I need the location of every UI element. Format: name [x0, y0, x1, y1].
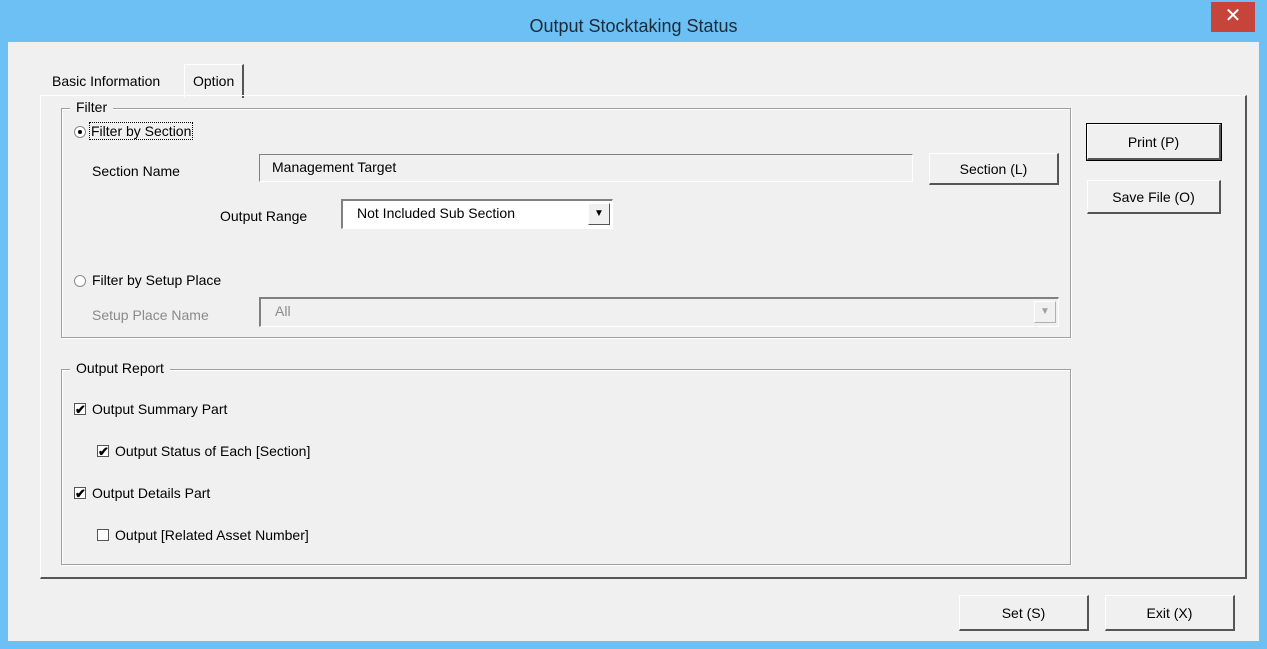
- tab-label: Option: [193, 73, 235, 89]
- filter-group: Filter Filter by Section Section Name Ma…: [61, 99, 1071, 338]
- output-range-value: Not Included Sub Section: [357, 205, 515, 221]
- output-related-asset-number-checkbox[interactable]: [97, 529, 109, 541]
- tab-label: Basic Information: [52, 73, 161, 89]
- radio-selected-dot: [78, 130, 82, 134]
- output-related-asset-number-label[interactable]: Output [Related Asset Number]: [115, 527, 309, 543]
- print-button[interactable]: Print (P): [1086, 123, 1222, 161]
- filter-by-section-label[interactable]: Filter by Section: [88, 122, 194, 140]
- tab-basic-information[interactable]: Basic Information: [44, 66, 168, 96]
- set-button[interactable]: Set (S): [959, 595, 1089, 631]
- save-file-button[interactable]: Save File (O): [1087, 180, 1221, 214]
- section-button[interactable]: Section (L): [929, 153, 1059, 185]
- exit-button[interactable]: Exit (X): [1105, 595, 1235, 631]
- window-title: Output Stocktaking Status: [529, 16, 738, 36]
- title-bar[interactable]: Output Stocktaking Status ✕: [0, 0, 1267, 42]
- check-icon: ✔: [98, 444, 109, 459]
- output-summary-part-checkbox[interactable]: ✔: [74, 402, 86, 417]
- output-report-group: Output Report ✔ Output Summary Part ✔ Ou…: [61, 360, 1071, 565]
- filter-group-title: Filter: [70, 99, 114, 115]
- output-status-each-section-checkbox[interactable]: ✔: [97, 444, 109, 459]
- setup-place-select[interactable]: All ▼: [259, 297, 1059, 327]
- filter-by-setup-place-radio[interactable]: [74, 275, 86, 287]
- tab-option[interactable]: Option: [184, 64, 245, 98]
- print-button-label: Print (P): [1127, 134, 1180, 150]
- output-details-part-label[interactable]: Output Details Part: [92, 485, 210, 501]
- filter-by-section-radio[interactable]: [74, 126, 86, 138]
- output-summary-part-label[interactable]: Output Summary Part: [92, 401, 227, 417]
- save-file-button-label: Save File (O): [1112, 189, 1195, 205]
- output-report-group-title: Output Report: [70, 360, 170, 376]
- setup-place-name-label: Setup Place Name: [92, 307, 209, 323]
- check-icon: ✔: [75, 402, 86, 417]
- section-name-label: Section Name: [92, 163, 180, 179]
- output-range-label: Output Range: [220, 208, 308, 224]
- setup-place-value: All: [275, 303, 291, 319]
- exit-button-label: Exit (X): [1146, 605, 1193, 621]
- set-button-label: Set (S): [1001, 605, 1046, 621]
- output-status-each-section-label[interactable]: Output Status of Each [Section]: [115, 443, 310, 459]
- close-icon: ✕: [1224, 5, 1242, 27]
- close-button[interactable]: ✕: [1211, 2, 1255, 32]
- output-range-select[interactable]: Not Included Sub Section ▼: [341, 199, 613, 229]
- output-details-part-checkbox[interactable]: ✔: [74, 486, 86, 501]
- section-name-field[interactable]: Management Target: [259, 154, 913, 182]
- option-tab-panel: Filter Filter by Section Section Name Ma…: [40, 95, 1247, 579]
- filter-by-setup-place-label[interactable]: Filter by Setup Place: [92, 272, 221, 288]
- chevron-down-icon[interactable]: ▼: [1034, 301, 1056, 323]
- section-name-value: Management Target: [272, 159, 397, 175]
- check-icon: ✔: [75, 486, 86, 501]
- chevron-down-icon[interactable]: ▼: [588, 203, 610, 225]
- dialog-window: Output Stocktaking Status ✕ Basic Inform…: [0, 0, 1267, 649]
- dialog-client-area: Basic Information Option Filter Filter b…: [8, 42, 1259, 641]
- section-button-label: Section (L): [959, 161, 1028, 177]
